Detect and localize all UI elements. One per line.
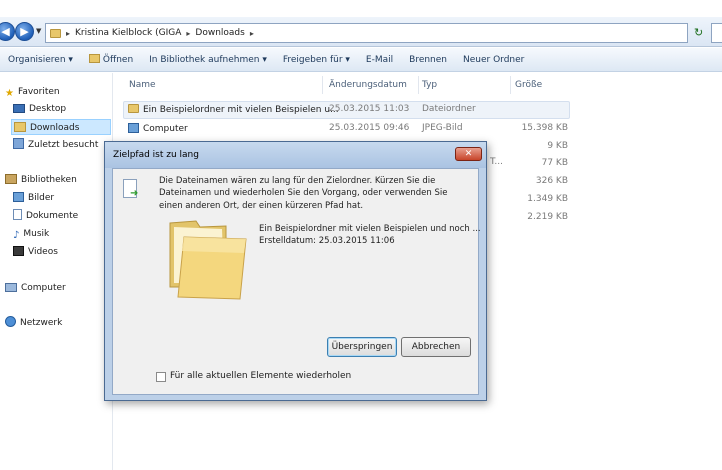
- file-size: 77 KB: [541, 158, 568, 168]
- file-name-label: Computer: [143, 124, 188, 134]
- pictures-icon: [13, 192, 24, 202]
- arrow-right-icon: ▶: [20, 25, 29, 38]
- music-note-icon: ♪: [13, 230, 20, 241]
- email-button[interactable]: E-Mail: [358, 55, 401, 65]
- nav-label: Zuletzt besucht: [28, 140, 99, 150]
- nav-computer[interactable]: Computer: [5, 280, 66, 296]
- nav-documents[interactable]: Dokumente: [13, 208, 78, 224]
- close-icon: ✕: [464, 149, 473, 159]
- libraries-icon: [5, 174, 17, 184]
- column-divider[interactable]: [418, 76, 419, 94]
- new-folder-button[interactable]: Neuer Ordner: [455, 55, 532, 65]
- nav-label: Bibliotheken: [21, 175, 77, 185]
- chevron-right-icon[interactable]: ▸: [186, 29, 190, 38]
- nav-label: Desktop: [29, 104, 67, 114]
- column-divider[interactable]: [322, 76, 323, 94]
- desktop-icon: [13, 104, 25, 113]
- cancel-button[interactable]: Abbrechen: [401, 337, 471, 357]
- nav-label: Videos: [28, 247, 58, 257]
- forward-button[interactable]: ▶: [15, 22, 34, 41]
- repeat-for-all-checkbox[interactable]: [156, 372, 166, 382]
- computer-icon: [5, 283, 17, 292]
- column-header-date[interactable]: Änderungsdatum: [329, 80, 407, 90]
- arrow-left-icon: ◀: [1, 25, 10, 38]
- nav-label: Downloads: [30, 123, 80, 133]
- open-label: Öffnen: [102, 55, 134, 65]
- nav-libraries[interactable]: Bibliotheken: [5, 172, 77, 188]
- history-dropdown-icon[interactable]: ▼: [36, 27, 41, 35]
- star-icon: ★: [5, 88, 14, 99]
- nav-favorites[interactable]: ★ Favoriten: [5, 84, 60, 100]
- breadcrumb-user[interactable]: Kristina Kielblock (GIGA: [75, 28, 181, 38]
- folder-icon: [128, 104, 139, 113]
- nav-label: Computer: [21, 283, 66, 293]
- back-button[interactable]: ◀: [0, 22, 15, 41]
- file-size: 9 KB: [547, 141, 568, 151]
- file-date: 25.03.2015 09:46: [329, 123, 410, 133]
- breadcrumb-downloads[interactable]: Downloads: [195, 28, 244, 38]
- close-button[interactable]: ✕: [455, 147, 482, 161]
- nav-recent[interactable]: Zuletzt besucht: [13, 137, 98, 153]
- column-divider[interactable]: [510, 76, 511, 94]
- search-input[interactable]: [711, 23, 722, 43]
- dialog-message: Die Dateinamen wären zu lang für den Zie…: [159, 176, 448, 211]
- folder-icon: [169, 220, 247, 300]
- organize-button[interactable]: Organisieren ▾: [0, 55, 81, 65]
- conflict-item-date: Erstelldatum: 25.03.2015 11:06: [259, 236, 395, 246]
- chevron-right-icon[interactable]: ▸: [66, 29, 70, 38]
- nav-downloads[interactable]: Downloads: [11, 119, 111, 135]
- column-header-size[interactable]: Größe: [515, 80, 542, 90]
- image-file-icon: [128, 123, 139, 133]
- nav-videos[interactable]: Videos: [13, 244, 58, 260]
- nav-desktop[interactable]: Desktop: [13, 101, 66, 117]
- file-type: T...: [490, 157, 504, 167]
- nav-label: Musik: [23, 229, 50, 239]
- refresh-icon[interactable]: ↻: [694, 26, 703, 39]
- file-type: Dateiordner: [422, 104, 476, 114]
- path-too-long-dialog: Zielpfad ist zu lang ✕ Die Dateinamen wä…: [104, 141, 487, 401]
- network-icon: [5, 316, 16, 327]
- open-button[interactable]: Öffnen: [81, 54, 141, 65]
- file-size: 326 KB: [535, 176, 568, 186]
- documents-icon: [13, 209, 22, 220]
- burn-button[interactable]: Brennen: [401, 55, 455, 65]
- repeat-for-all-label[interactable]: Für alle aktuellen Elemente wiederholen: [170, 371, 351, 381]
- chevron-right-icon[interactable]: ▸: [250, 29, 254, 38]
- command-bar: Organisieren ▾ Öffnen In Bibliothek aufn…: [0, 48, 722, 72]
- open-icon: [88, 54, 100, 63]
- file-name[interactable]: Computer: [128, 123, 188, 134]
- recent-places-icon: [13, 138, 24, 149]
- address-bar: ◀ ▶ ▼ ▸ Kristina Kielblock (GIGA ▸ Downl…: [0, 17, 722, 47]
- nav-label: Netzwerk: [20, 318, 63, 328]
- downloads-folder-icon: [14, 122, 26, 132]
- nav-network[interactable]: Netzwerk: [5, 315, 62, 331]
- include-library-button[interactable]: In Bibliothek aufnehmen ▾: [141, 55, 275, 65]
- file-size: 2.219 KB: [527, 212, 568, 222]
- dialog-body: Die Dateinamen wären zu lang für den Zie…: [112, 168, 481, 395]
- nav-label: Favoriten: [17, 87, 60, 97]
- file-move-icon: [123, 179, 138, 199]
- file-name[interactable]: Ein Beispielordner mit vielen Beispielen…: [128, 104, 339, 115]
- column-header-type[interactable]: Typ: [422, 80, 437, 90]
- skip-button[interactable]: Überspringen: [327, 337, 397, 357]
- nav-music[interactable]: ♪ Musik: [13, 226, 49, 242]
- video-icon: [13, 246, 24, 256]
- share-button[interactable]: Freigeben für ▾: [275, 55, 358, 65]
- nav-pictures[interactable]: Bilder: [13, 190, 54, 206]
- dialog-title: Zielpfad ist zu lang: [113, 150, 199, 160]
- address-input[interactable]: ▸ Kristina Kielblock (GIGA ▸ Downloads ▸: [45, 23, 688, 43]
- column-header-name[interactable]: Name: [129, 80, 156, 90]
- file-size: 1.349 KB: [527, 194, 568, 204]
- conflict-item-name: Ein Beispielordner mit vielen Beispielen…: [259, 224, 481, 234]
- file-type: JPEG-Bild: [422, 123, 463, 133]
- nav-label: Bilder: [28, 193, 55, 203]
- dialog-titlebar[interactable]: Zielpfad ist zu lang ✕: [105, 142, 486, 168]
- file-size: 15.398 KB: [521, 123, 568, 133]
- file-name-label: Ein Beispielordner mit vielen Beispielen…: [143, 105, 339, 115]
- nav-label: Dokumente: [26, 211, 79, 221]
- folder-icon: [50, 28, 61, 38]
- file-date: 25.03.2015 11:03: [329, 104, 410, 114]
